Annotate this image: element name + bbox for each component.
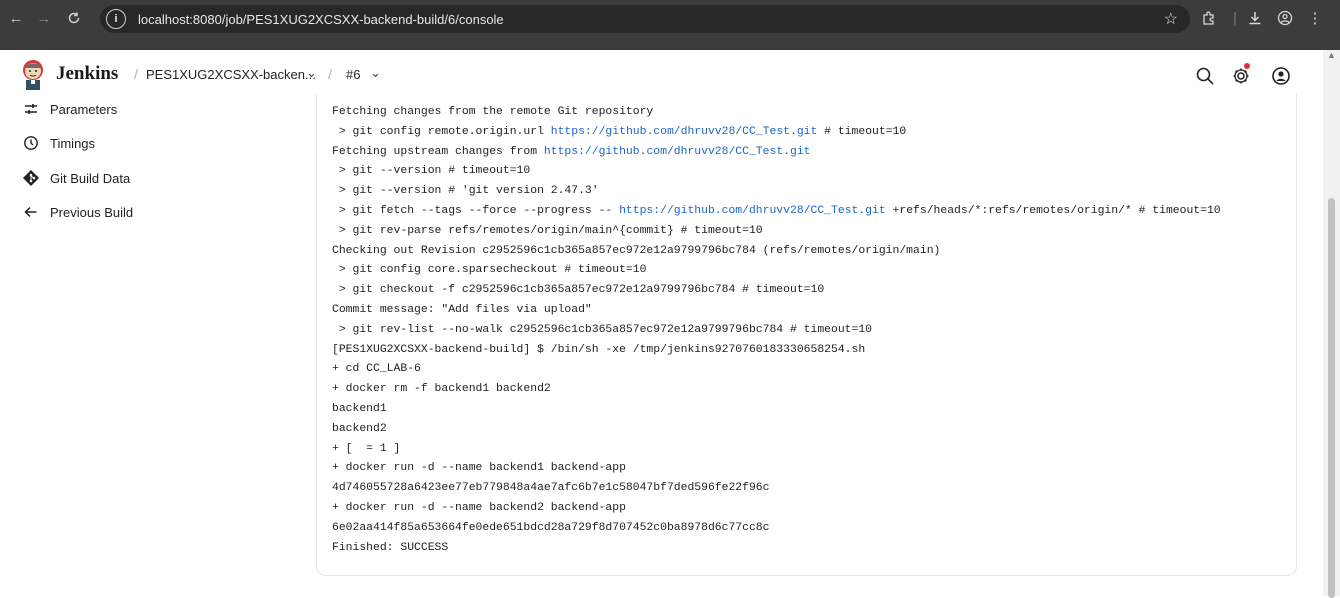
console-line: + docker rm -f backend1 backend2 [332,383,551,396]
sidebar-item-parameters[interactable]: Parameters [22,98,117,120]
console-line: > git rev-parse refs/remotes/origin/main… [332,224,763,237]
back-arrow-icon[interactable]: ← [4,6,28,30]
more-menu-icon[interactable]: ⋮ [1304,7,1326,29]
console-line: + cd CC_LAB-6 [332,363,421,376]
console-lines: Fetching changes from the remote Git rep… [332,103,1221,558]
jenkins-brand[interactable]: Jenkins [56,63,118,85]
address-bar[interactable]: i localhost:8080/job/PES1XUG2XCSXX-backe… [100,5,1190,33]
user-icon[interactable] [1270,65,1292,87]
console-line: Checking out Revision c2952596c1cb365a85… [332,244,941,257]
chevron-down-icon[interactable]: ⌄ [306,65,317,81]
browser-toolbar: ← → i localhost:8080/job/PES1XUG2XCSXX-b… [0,0,1340,50]
console-line: + [ = 1 ] [332,442,401,455]
chevron-down-icon[interactable]: ⌄ [370,65,381,81]
console-line: > git --version # timeout=10 [332,165,531,178]
scroll-up-arrow-icon[interactable]: ▲ [1327,50,1336,60]
breadcrumb-separator: / [134,66,138,82]
console-output: Fetching changes from the remote Git rep… [316,94,1297,576]
git-icon [22,169,40,187]
sidebar-item-label: Timings [50,135,96,151]
sidebar-item-previous-build[interactable]: Previous Build [22,201,133,223]
console-line: Fetching upstream changes from https://g… [332,143,1221,163]
site-info-icon[interactable]: i [106,9,126,29]
jenkins-logo-icon[interactable] [20,58,46,92]
clock-icon [22,134,40,152]
extensions-icon[interactable] [1198,7,1220,29]
breadcrumb-build[interactable]: #6 [346,67,360,82]
console-link[interactable]: https://github.com/dhruvv28/CC_Test.git [619,205,886,217]
page-scrollbar[interactable]: ▲ [1323,50,1340,598]
arrow-left-icon [22,203,40,221]
jenkins-header: Jenkins / PES1XUG2XCSXX-backen... ⌄ / #6… [0,50,1323,100]
console-line: > git rev-list --no-walk c2952596c1cb365… [332,323,873,336]
scrollbar-thumb[interactable] [1328,198,1335,598]
sliders-icon [22,100,40,118]
console-line: > git config core.sparsecheckout # timeo… [332,264,647,277]
sidebar-item-label: Git Build Data [50,170,131,186]
console-line: Commit message: "Add files via upload" [332,303,592,316]
download-icon[interactable] [1244,7,1266,29]
search-icon[interactable] [1194,65,1216,87]
console-line: 4d746055728a6423ee77eb779848a4ae7afc6b7e… [332,482,770,495]
console-line: backend2 [332,422,387,435]
forward-arrow-icon[interactable]: → [32,6,56,30]
breadcrumb-job[interactable]: PES1XUG2XCSXX-backen... [146,67,316,82]
console-line: Fetching changes from the remote Git rep… [332,106,654,118]
console-line: 6e02aa414f85a653664fe0ede651bdcd28a729f8… [332,521,770,534]
reload-icon[interactable] [62,6,86,30]
notification-dot [1244,63,1250,69]
sidebar-item-git-build-data[interactable]: Git Build Data [22,167,130,189]
console-line: + docker run -d --name backend1 backend-… [332,462,626,475]
console-line: backend1 [332,402,387,415]
console-line: + docker run -d --name backend2 backend-… [332,501,626,514]
console-text: Fetching upstream changes from [332,145,544,158]
console-line: Finished: SUCCESS [332,541,449,554]
console-line: > git config remote.origin.url https://g… [332,123,1221,143]
console-text: +refs/heads/*:refs/remotes/origin/* # ti… [885,204,1221,217]
console-link[interactable]: https://github.com/dhruvv28/CC_Test.git [551,126,818,138]
console-line: > git fetch --tags --force --progress --… [332,202,1221,222]
bookmark-star-icon[interactable]: ☆ [1164,9,1178,29]
toolbar-divider: | [1233,9,1237,27]
breadcrumb-separator: / [328,66,332,82]
console-line: > git checkout -f c2952596c1cb365a857ec9… [332,284,825,297]
console-text: > git config remote.origin.url [332,125,551,138]
console-text: > git fetch --tags --force --progress -- [332,204,620,217]
console-link[interactable]: https://github.com/dhruvv28/CC_Test.git [544,146,811,158]
console-line: [PES1XUG2XCSXX-backend-build] $ /bin/sh … [332,343,866,356]
profile-icon[interactable] [1274,7,1296,29]
sidebar-item-label: Previous Build [50,204,134,220]
sidebar-item-timings[interactable]: Timings [22,132,95,154]
url-text: localhost:8080/job/PES1XUG2XCSXX-backend… [138,11,504,27]
console-line: > git --version # 'git version 2.47.3' [332,185,599,198]
sidebar-item-label: Parameters [50,101,118,117]
console-text: # timeout=10 [817,125,907,138]
